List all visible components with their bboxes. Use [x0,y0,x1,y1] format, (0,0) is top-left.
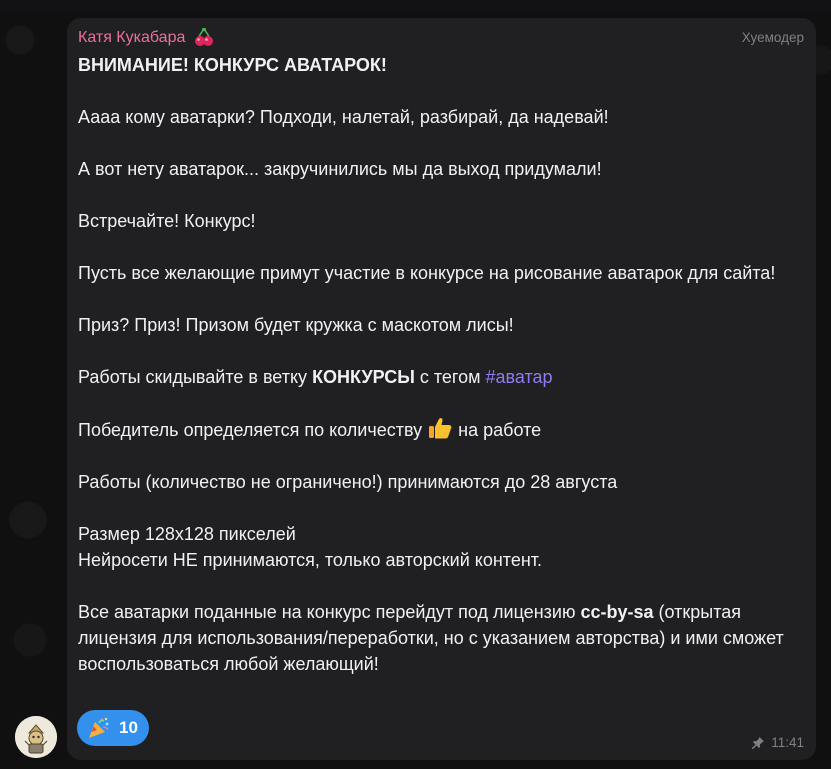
paragraph-3: Встречайте! Конкурс! [78,211,256,231]
pin-icon [752,736,765,749]
message-meta: 11:41 [751,735,804,750]
p7-text-after: на работе [458,420,542,440]
sender-avatar[interactable] [15,716,57,758]
p7-text-before: Победитель определяется по количеству [78,420,423,440]
paragraph-2: А вот нету аватарок... закручинились мы … [78,159,602,179]
paragraph-10: Все аватарки поданные на конкурс перейду… [78,599,803,677]
cherry-icon [195,28,214,46]
paragraph-5: Приз? Приз! Призом будет кружка с маскот… [78,315,514,335]
p6-text-middle: с тегом [419,367,481,387]
paragraph-7: Победитель определяется по количеству на… [78,416,803,443]
reaction-count: 10 [119,718,138,737]
paragraph-6: Работы скидывайте в ветку КОНКУРСЫ с тег… [78,364,803,390]
paragraph-4: Пусть все желающие примут участие в конк… [78,263,776,283]
paragraph-9-line-1: Размер 128х128 пикселей [78,524,296,544]
party-popper-icon [89,717,109,738]
message-time: 11:41 [771,735,804,750]
admin-role-label: Хуемодер [741,30,804,45]
thumbs-up-icon [429,418,452,439]
avatar-image [15,716,57,758]
message-text: ВНИМАНИЕ! КОНКУРС АВАТАРОК! Аааа кому ав… [78,52,803,703]
p10-text-before: Все аватарки поданные на конкурс перейду… [78,602,576,622]
thread-name: КОНКУРСЫ [312,367,415,387]
paragraph-9-line-2: Нейросети НЕ принимаются, только авторск… [78,550,543,570]
message-bubble[interactable]: Катя Кукабара Хуемодер ВНИМАНИЕ! КОНКУРС… [67,18,816,760]
license-name: cc-by-sa [580,602,654,622]
previous-message-edge [0,0,831,12]
paragraph-8: Работы (количество не ограничено!) прини… [78,472,618,492]
hashtag-link[interactable]: #аватар [486,367,553,387]
p6-text-before: Работы скидывайте в ветку [78,367,308,387]
message-heading: ВНИМАНИЕ! КОНКУРС АВАТАРОК! [78,55,387,75]
sender-name[interactable]: Катя Кукабара [78,29,185,47]
paragraph-1: Аааа кому аватарки? Подходи, налетай, ра… [78,107,609,127]
reaction-button[interactable]: 10 [77,710,149,746]
sender-row: Катя Кукабара [78,26,215,50]
